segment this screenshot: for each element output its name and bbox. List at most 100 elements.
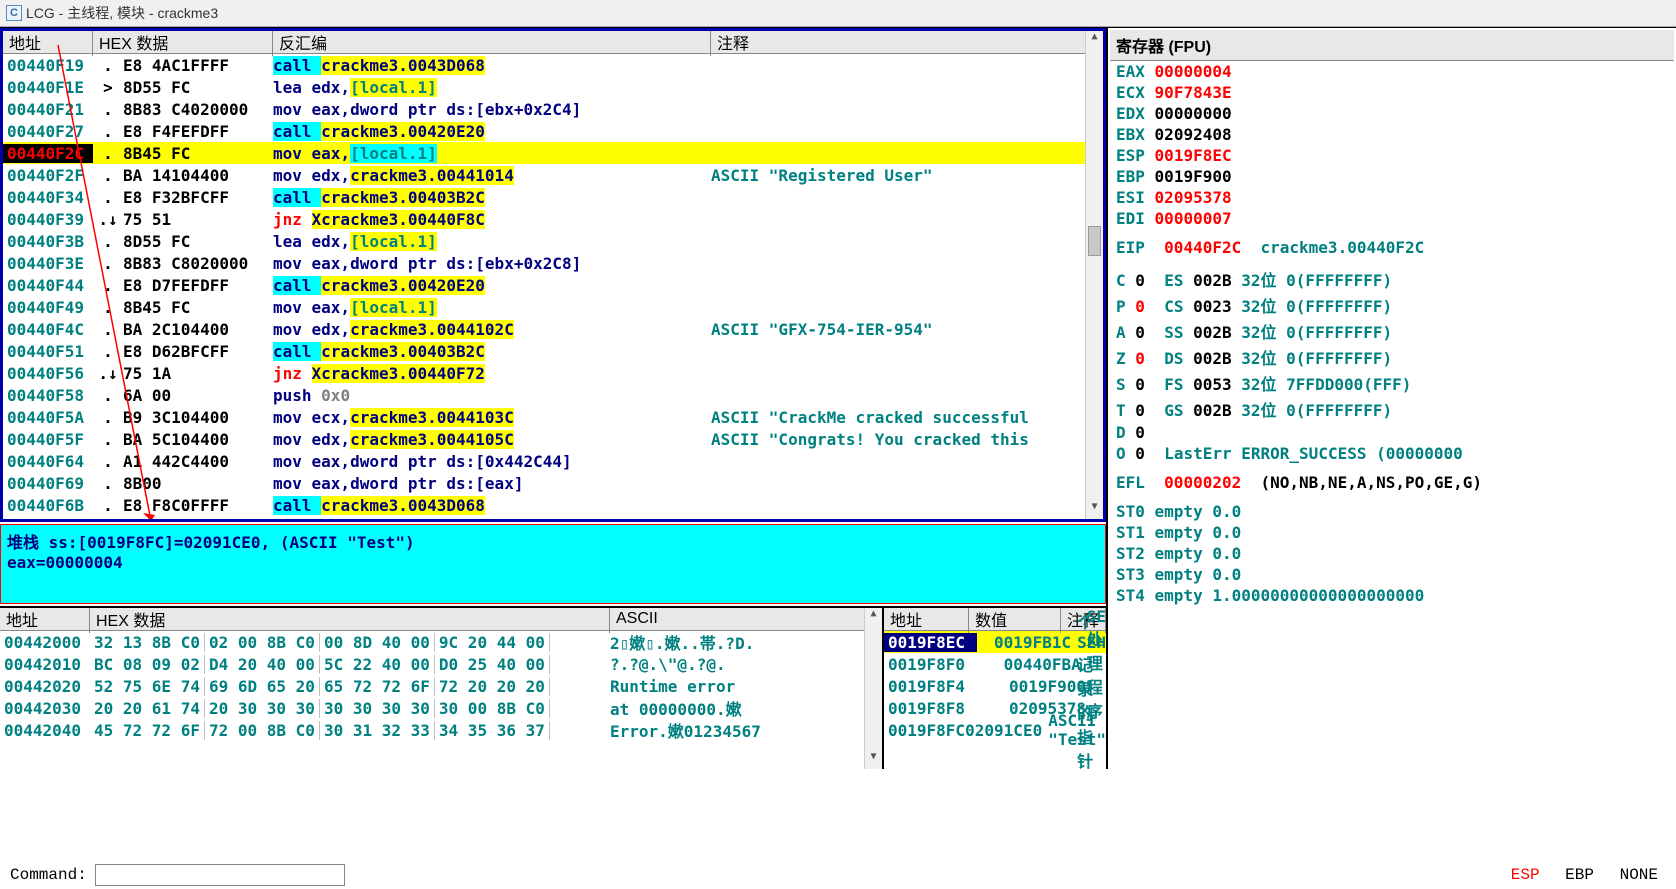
hex: 75 51 bbox=[123, 210, 273, 229]
asm: call crackme3.00403B2C bbox=[273, 342, 711, 361]
addr: 00440F2C bbox=[3, 144, 93, 163]
hex: E8 F4FEFDFF bbox=[123, 122, 273, 141]
hex: 8B00 bbox=[123, 474, 273, 493]
reg-flag-D: D 0 bbox=[1110, 422, 1674, 443]
scroll-down-icon[interactable]: ▼ bbox=[1086, 501, 1103, 519]
disasm-row[interactable]: 00440F21.8B83 C4020000mov eax,dword ptr … bbox=[3, 98, 1103, 120]
addr: 00440F39 bbox=[3, 210, 93, 229]
dump-row[interactable]: 0044204045 72 72 6F72 00 8B C030 31 32 3… bbox=[0, 719, 882, 741]
disasm-row[interactable]: 00440F27.E8 F4FEFDFFcall crackme3.00420E… bbox=[3, 120, 1103, 142]
hex: 8B45 FC bbox=[123, 298, 273, 317]
mark: . bbox=[93, 166, 123, 185]
disasm-scrollbar[interactable]: ▲ ▼ bbox=[1085, 31, 1103, 519]
addr: 00440F3B bbox=[3, 232, 93, 251]
dump-hdr-asc: ASCII bbox=[610, 608, 882, 630]
reg-esp: ESP 0019F8EC bbox=[1110, 145, 1674, 166]
addr: 00440F34 bbox=[3, 188, 93, 207]
hdr-addr: 地址 bbox=[3, 28, 93, 56]
disasm-row[interactable]: 00440F51.E8 D62BFCFFcall crackme3.00403B… bbox=[3, 340, 1103, 362]
addr: 00440F64 bbox=[3, 452, 93, 471]
hex: 8D55 FC bbox=[123, 232, 273, 251]
reg-efl: EFL 00000202 (NO,NB,NE,A,NS,PO,GE,G) bbox=[1110, 472, 1674, 493]
mark: . bbox=[93, 386, 123, 405]
dump-row[interactable]: 0044200032 13 8B C002 00 8B C000 8D 40 0… bbox=[0, 631, 882, 653]
disasm-row[interactable]: 00440F19.E8 4AC1FFFFcall crackme3.0043D0… bbox=[3, 54, 1103, 76]
stack-row[interactable]: 0019F8EC0019FB1C指向下一个 SEH 记录的指针 bbox=[884, 631, 1106, 653]
scroll-up-icon[interactable]: ▲ bbox=[1086, 31, 1103, 49]
disasm-row[interactable]: 00440F56.↓75 1Ajnz Xcrackme3.00440F72 bbox=[3, 362, 1103, 384]
stack-hdr-val: 数值 bbox=[969, 608, 1061, 633]
mark: . bbox=[93, 496, 123, 515]
registers-pane[interactable]: 寄存器 (FPU) EAX 00000004ECX 90F7843EEDX 00… bbox=[1106, 28, 1676, 769]
stack-row[interactable]: 0019F8F40019F900 bbox=[884, 675, 1106, 697]
dump-header: 地址 HEX 数据 ASCII bbox=[0, 608, 882, 631]
asm: mov eax,[local.1] bbox=[273, 144, 711, 163]
disasm-row[interactable]: 00440F2F.BA 14104400mov edx,crackme3.004… bbox=[3, 164, 1103, 186]
dump-pane[interactable]: 地址 HEX 数据 ASCII 0044200032 13 8B C002 00… bbox=[0, 608, 882, 769]
asm: mov eax,[local.1] bbox=[273, 298, 711, 317]
addr: 00440F19 bbox=[3, 56, 93, 75]
disasm-row[interactable]: 00440F69.8B00mov eax,dword ptr ds:[eax] bbox=[3, 472, 1103, 494]
hex: A1 442C4400 bbox=[123, 452, 273, 471]
disasm-row[interactable]: 00440F6B.E8 F8C0FFFFcall crackme3.0043D0… bbox=[3, 494, 1103, 516]
scroll-thumb[interactable] bbox=[1088, 226, 1101, 256]
disassembly-pane[interactable]: 地址 HEX 数据 反汇编 注释 00440F19.E8 4AC1FFFFcal… bbox=[0, 28, 1106, 522]
addr: 00440F51 bbox=[3, 342, 93, 361]
disasm-row[interactable]: 00440F5F.BA 5C104400mov edx,crackme3.004… bbox=[3, 428, 1103, 450]
disasm-row[interactable]: 00440F3B.8D55 FClea edx,[local.1] bbox=[3, 230, 1103, 252]
scroll-down-icon[interactable]: ▼ bbox=[865, 751, 882, 769]
reg-eip: EIP 00440F2C crackme3.00440F2C bbox=[1110, 237, 1674, 258]
disasm-row[interactable]: 00440F64.A1 442C4400mov eax,dword ptr ds… bbox=[3, 450, 1103, 472]
mark: . bbox=[93, 320, 123, 339]
reg-ebx: EBX 02092408 bbox=[1110, 124, 1674, 145]
command-input[interactable] bbox=[95, 864, 345, 886]
info-line2: eax=00000004 bbox=[7, 553, 1099, 572]
reg-fpu-line: ST3 empty 0.0 bbox=[1110, 564, 1674, 585]
reg-fpu-line: ST2 empty 0.0 bbox=[1110, 543, 1674, 564]
disasm-row[interactable]: 00440F5A.B9 3C104400mov ecx,crackme3.004… bbox=[3, 406, 1103, 428]
addr: 00440F1E bbox=[3, 78, 93, 97]
mark: . bbox=[93, 232, 123, 251]
dump-row[interactable]: 0044203020 20 61 7420 30 30 3030 30 30 3… bbox=[0, 697, 882, 719]
dump-scrollbar[interactable]: ▲ ▼ bbox=[864, 608, 882, 769]
stack-row[interactable]: 0019F8FC02091CE0ASCII "Test" bbox=[884, 719, 1106, 741]
disasm-row[interactable]: 00440F3E.8B83 C8020000mov eax,dword ptr … bbox=[3, 252, 1103, 274]
dump-row[interactable]: 0044202052 75 6E 7469 6D 65 2065 72 72 6… bbox=[0, 675, 882, 697]
disasm-row[interactable]: 00440F58.6A 00push 0x0 bbox=[3, 384, 1103, 406]
scroll-up-icon[interactable]: ▲ bbox=[865, 608, 882, 626]
hex: 8D55 FC bbox=[123, 78, 273, 97]
disasm-row[interactable]: 00440F44.E8 D7FEFDFFcall crackme3.00420E… bbox=[3, 274, 1103, 296]
reg-edx: EDX 00000000 bbox=[1110, 103, 1674, 124]
reg-fpu-line: ST4 empty 1.00000000000000000000 bbox=[1110, 585, 1674, 606]
reg-flag-O: O 0 LastErr ERROR_SUCCESS (00000000 bbox=[1110, 443, 1674, 464]
stack-row[interactable]: 0019F8F000440FBASE处理程序 bbox=[884, 653, 1106, 675]
status-none: NONE bbox=[1612, 866, 1666, 884]
hex: BA 5C104400 bbox=[123, 430, 273, 449]
asm: mov eax,dword ptr ds:[0x442C44] bbox=[273, 452, 711, 471]
disasm-row[interactable]: 00440F34.E8 F32BFCFFcall crackme3.00403B… bbox=[3, 186, 1103, 208]
reg-fpu-line: ST0 empty 0.0 bbox=[1110, 501, 1674, 522]
hex: 8B83 C8020000 bbox=[123, 254, 273, 273]
disasm-row[interactable]: 00440F39.↓75 51jnz Xcrackme3.00440F8C bbox=[3, 208, 1103, 230]
asm: lea edx,[local.1] bbox=[273, 232, 711, 251]
disasm-row[interactable]: 00440F4C.BA 2C104400mov edx,crackme3.004… bbox=[3, 318, 1103, 340]
hex: E8 F8C0FFFF bbox=[123, 496, 273, 515]
mark: .↓ bbox=[93, 210, 123, 229]
addr: 00440F44 bbox=[3, 276, 93, 295]
disasm-row[interactable]: 00440F49.8B45 FCmov eax,[local.1] bbox=[3, 296, 1103, 318]
hex: BA 2C104400 bbox=[123, 320, 273, 339]
reg-flag-P: P 0 CS 0023 32位 0(FFFFFFFF) bbox=[1110, 292, 1674, 318]
disasm-row[interactable]: 00440F2C.8B45 FCmov eax,[local.1] bbox=[3, 142, 1103, 164]
disasm-row[interactable]: 00440F1E>8D55 FClea edx,[local.1] bbox=[3, 76, 1103, 98]
asm: mov eax,dword ptr ds:[eax] bbox=[273, 474, 711, 493]
dump-row[interactable]: 00442010BC 08 09 02D4 20 40 005C 22 40 0… bbox=[0, 653, 882, 675]
command-bar: Command: ESP EBP NONE bbox=[0, 861, 1676, 889]
reg-flag-T: T 0 GS 002B 32位 0(FFFFFFFF) bbox=[1110, 396, 1674, 422]
mark: . bbox=[93, 452, 123, 471]
hex: E8 4AC1FFFF bbox=[123, 56, 273, 75]
hdr-hex: HEX 数据 bbox=[93, 28, 273, 56]
asm: mov eax,dword ptr ds:[ebx+0x2C8] bbox=[273, 254, 711, 273]
hex: 6A 00 bbox=[123, 386, 273, 405]
stack-pane[interactable]: 地址 数值 注释 0019F8EC0019FB1C指向下一个 SEH 记录的指针… bbox=[882, 608, 1106, 769]
mark: > bbox=[93, 78, 123, 97]
